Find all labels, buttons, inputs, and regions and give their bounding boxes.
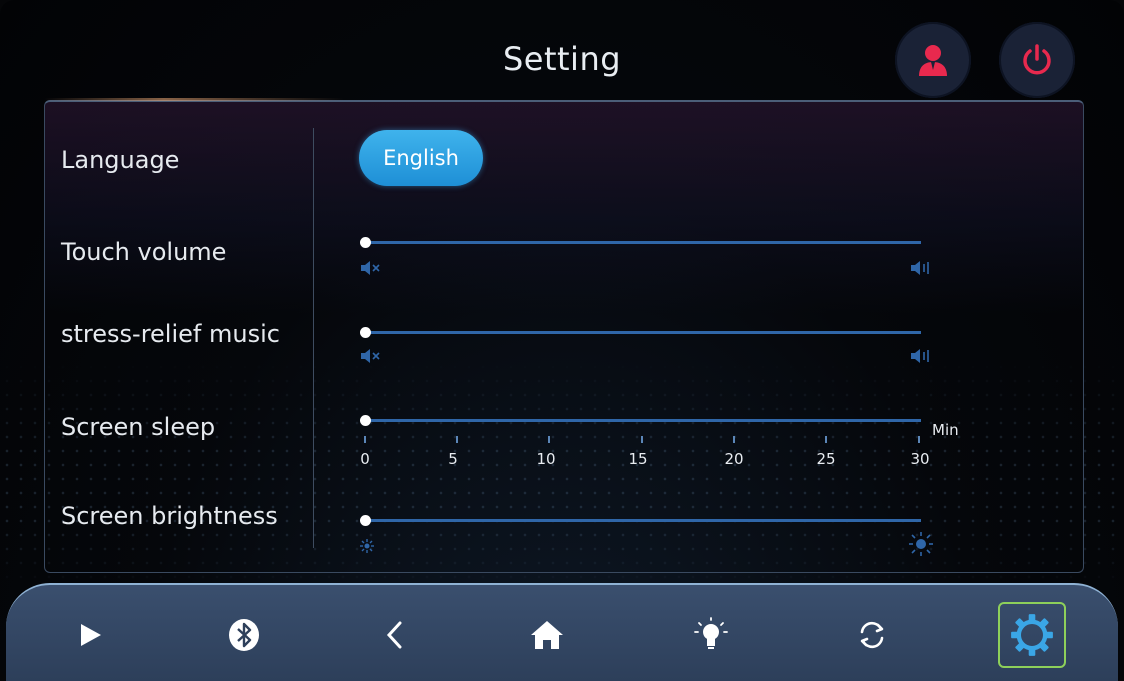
sleep-tick-label: 15: [628, 450, 648, 468]
screen-sleep-unit: Min: [932, 421, 959, 439]
language-label: Language: [61, 146, 180, 174]
play-icon: [81, 624, 101, 646]
volume-icon: [911, 349, 929, 363]
language-button[interactable]: English: [359, 130, 483, 186]
bluetooth-icon: [229, 619, 259, 651]
nav-back[interactable]: [366, 603, 426, 667]
screen-brightness-slider[interactable]: [365, 519, 921, 522]
sleep-tick: [641, 436, 643, 443]
stress-relief-music-slider[interactable]: [365, 331, 921, 334]
user-icon: [919, 45, 947, 76]
sleep-tick: [548, 436, 550, 443]
sync-icon: [860, 621, 884, 649]
sleep-tick-label: 30: [910, 450, 930, 468]
stress-relief-music-label: stress-relief music: [61, 320, 280, 348]
lightbulb-icon: [694, 617, 728, 649]
sleep-tick-label: 10: [536, 450, 556, 468]
mute-icon: [361, 349, 380, 363]
nav-bluetooth[interactable]: [214, 603, 274, 667]
dim-sun-icon: [360, 539, 374, 553]
sleep-tick-label: 0: [360, 450, 370, 468]
sleep-tick-label: 20: [724, 450, 744, 468]
sleep-tick-label: 25: [816, 450, 836, 468]
panel-glow: [44, 98, 344, 101]
bright-sun-icon: [909, 532, 933, 556]
sleep-tick-label: 5: [448, 450, 458, 468]
volume-icon: [911, 261, 929, 275]
sleep-tick: [825, 436, 827, 443]
power-button[interactable]: [999, 22, 1075, 98]
panel-divider: [313, 128, 314, 548]
chevron-left-icon: [386, 621, 402, 649]
nav-settings[interactable]: [1002, 603, 1062, 667]
sleep-tick: [456, 436, 458, 443]
screen-sleep-slider[interactable]: [365, 419, 921, 422]
user-button[interactable]: [895, 22, 971, 98]
screen-brightness-knob[interactable]: [360, 515, 371, 526]
sleep-tick: [733, 436, 735, 443]
sleep-tick: [918, 436, 920, 443]
screen-sleep-knob[interactable]: [360, 415, 371, 426]
nav-sync[interactable]: [842, 603, 902, 667]
touch-volume-label: Touch volume: [61, 238, 227, 266]
sleep-tick: [364, 436, 366, 443]
nav-home[interactable]: [517, 603, 577, 667]
stress-relief-music-knob[interactable]: [360, 327, 371, 338]
power-icon: [1023, 44, 1051, 75]
screen-brightness-label: Screen brightness: [61, 502, 278, 530]
touch-volume-knob[interactable]: [360, 237, 371, 248]
nav-light[interactable]: [681, 603, 741, 667]
nav-play[interactable]: [60, 603, 120, 667]
screen-sleep-label: Screen sleep: [61, 413, 216, 441]
mute-icon: [361, 261, 380, 275]
gear-icon: [1011, 614, 1053, 656]
touch-volume-slider[interactable]: [365, 241, 921, 244]
home-icon: [531, 621, 563, 649]
